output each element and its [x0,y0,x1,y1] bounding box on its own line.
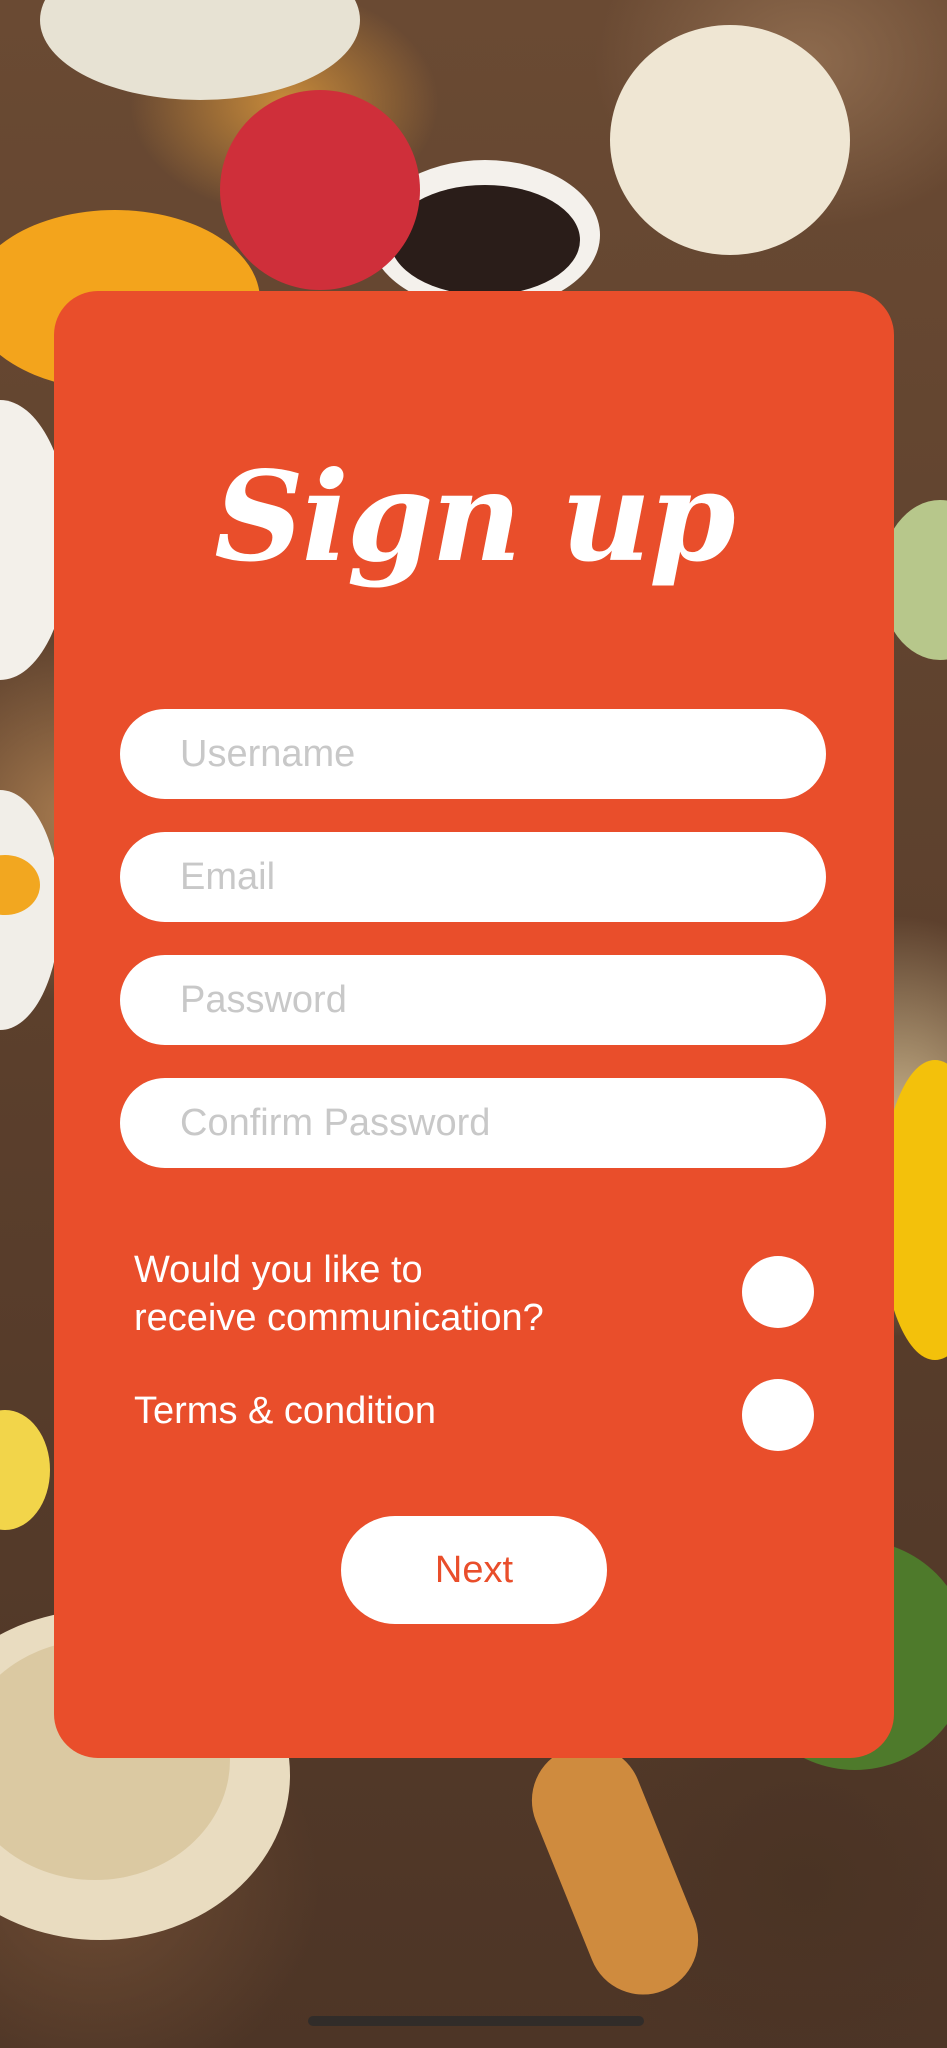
terms-label: Terms & condition [134,1390,437,1432]
teacup-shape [40,0,360,100]
password-input[interactable] [120,955,826,1045]
terms-radio[interactable] [742,1379,814,1451]
confirm-password-input[interactable] [120,1078,826,1168]
pumpkin-shape [610,25,850,255]
wooden-spoon-shape [515,1728,715,2012]
home-indicator [308,2016,644,2026]
lemon-shape [0,1410,50,1530]
communication-label: Would you like to receive communication? [134,1249,544,1339]
raspberries-shape [220,90,420,290]
page-title: Sign up [214,445,736,590]
communication-radio[interactable] [742,1256,814,1328]
username-input[interactable] [120,709,826,799]
signup-card: Sign up Would you like to receive commun… [54,291,894,1758]
next-button[interactable]: Next [341,1516,607,1624]
email-input[interactable] [120,832,826,922]
